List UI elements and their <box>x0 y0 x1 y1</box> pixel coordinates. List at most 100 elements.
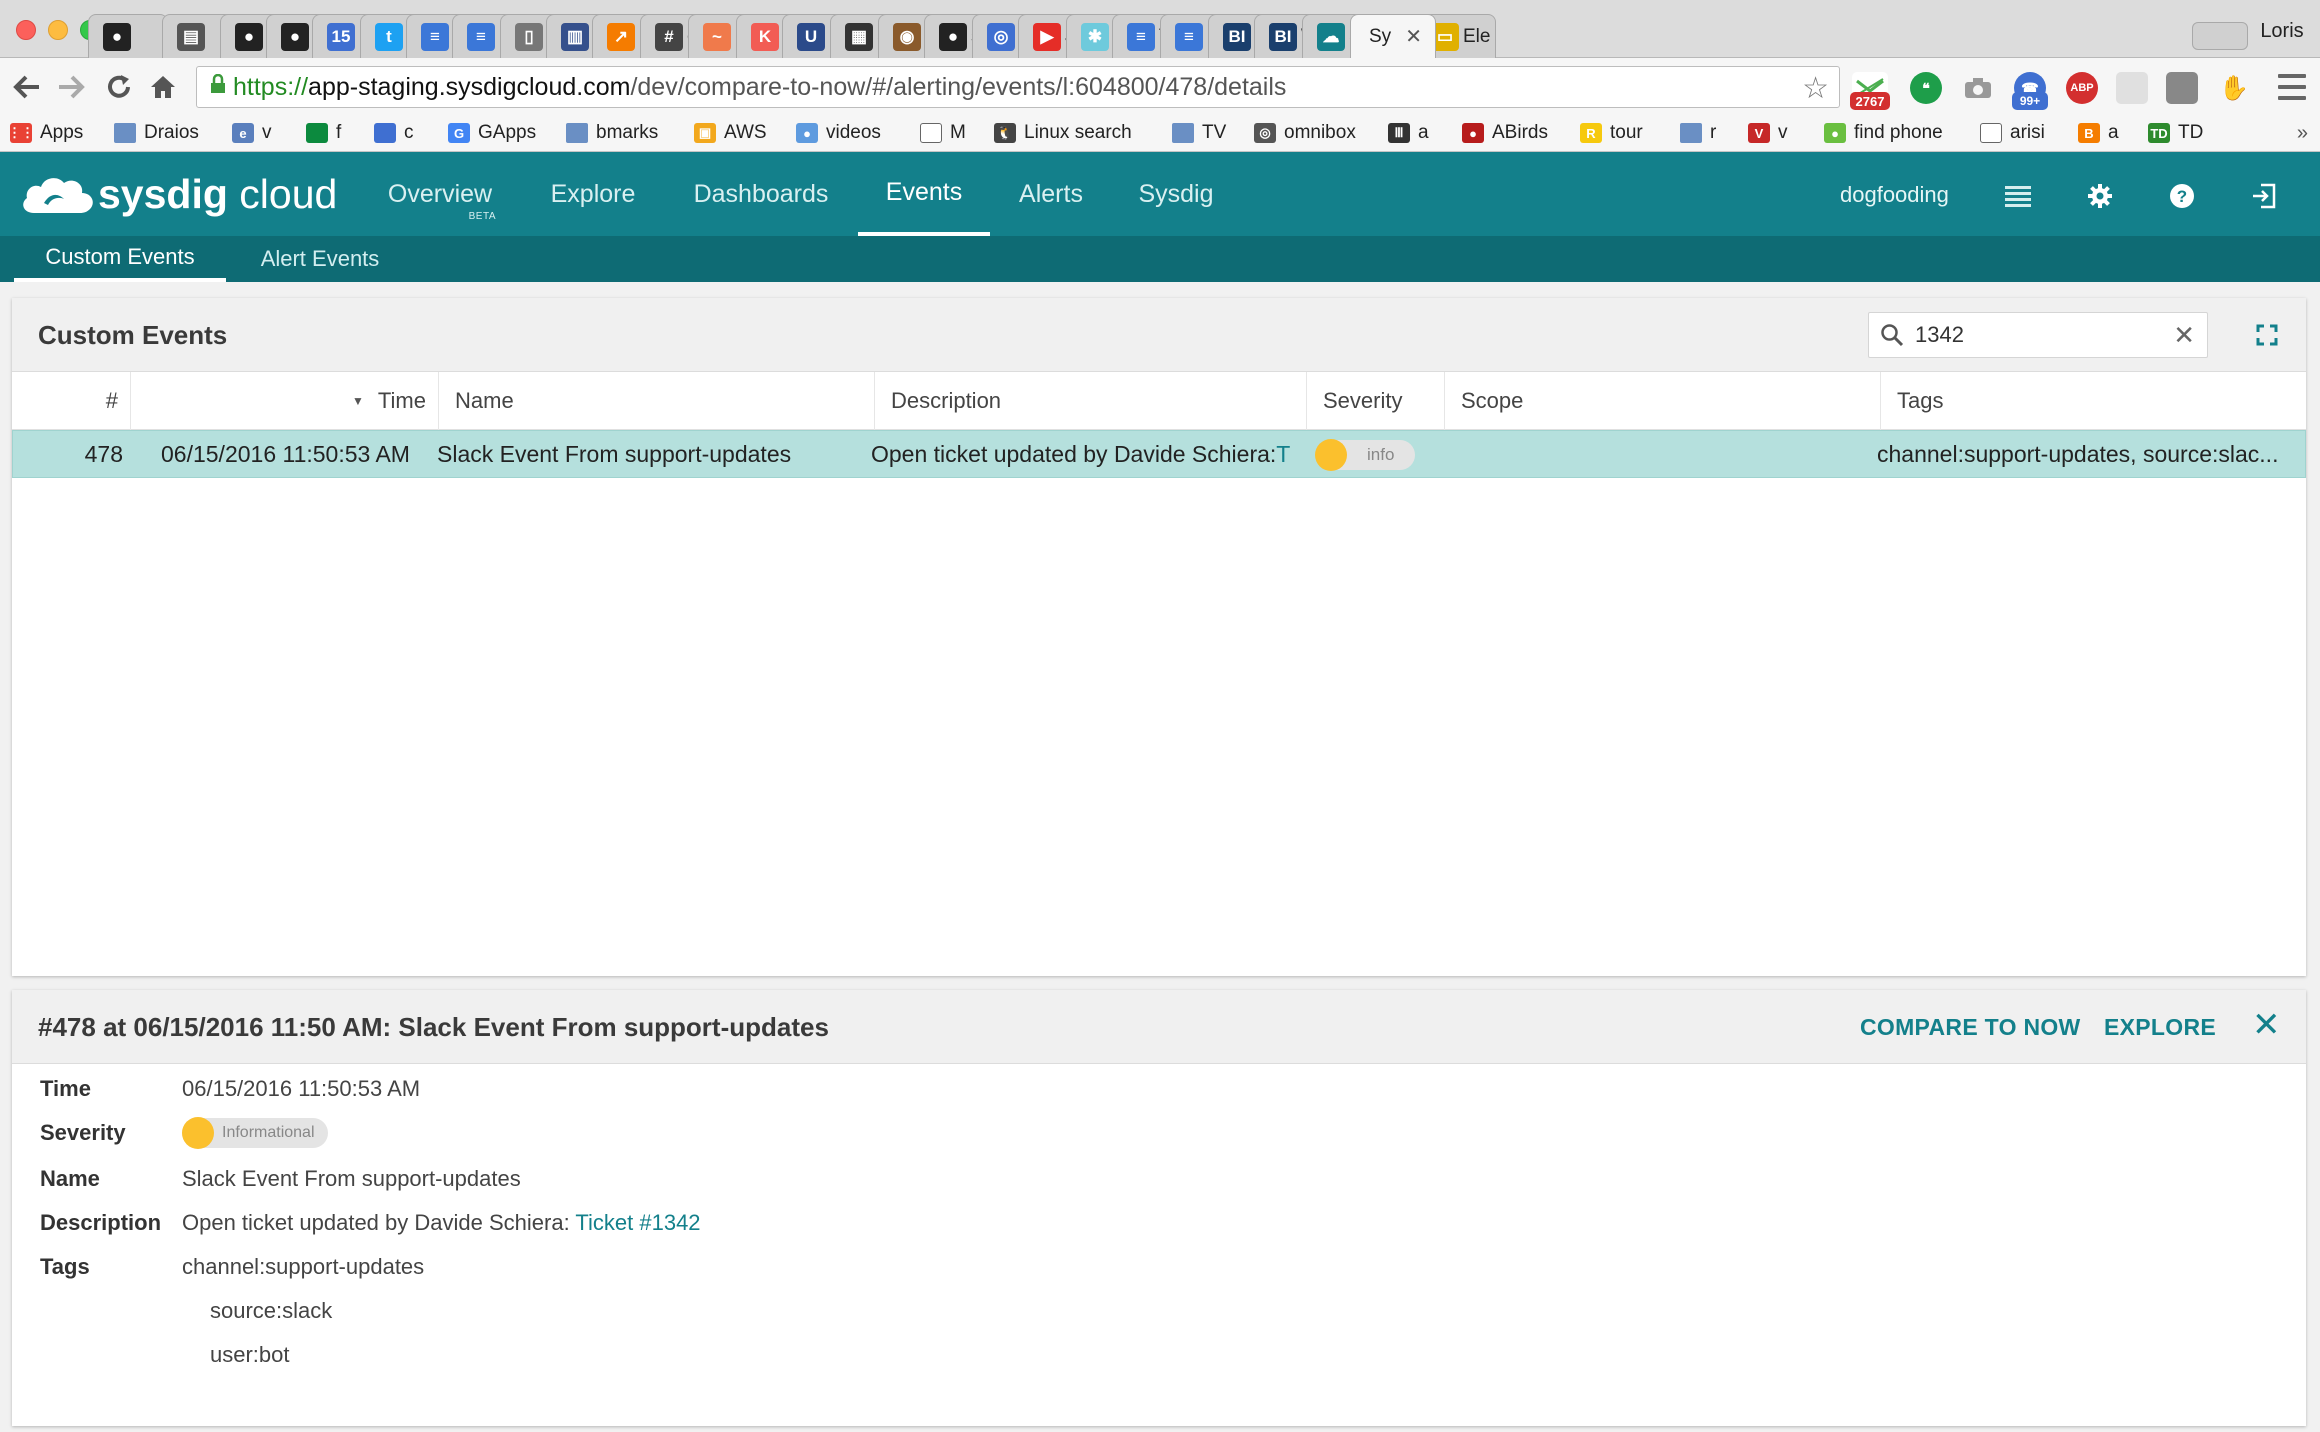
new-tab-button[interactable] <box>2192 22 2248 50</box>
bookmark-item[interactable]: G GApps <box>448 119 536 147</box>
tab-alert-events[interactable]: Alert Events <box>254 236 386 282</box>
search-input[interactable] <box>1915 322 2155 348</box>
bookmark-label: tour <box>1610 122 1643 143</box>
detail-severity-value: Informational <box>222 1124 315 1141</box>
account-name[interactable]: dogfooding <box>1840 182 1949 208</box>
github-icon: ● <box>939 22 967 51</box>
bookmark-label: GApps <box>478 122 537 143</box>
bookmark-item[interactable]: 🐧 Linux search <box>994 119 1132 147</box>
bookmark-item[interactable]: r <box>1680 119 1716 147</box>
forward-icon[interactable] <box>52 68 90 106</box>
page-icon: ▯ <box>515 22 543 51</box>
detail-tag-row: source:slack <box>210 1296 332 1326</box>
logout-icon[interactable] <box>2250 182 2278 210</box>
linux-icon: 🐧 <box>994 123 1016 143</box>
tab-custom-events[interactable]: Custom Events <box>14 236 226 282</box>
home-icon[interactable] <box>144 68 182 106</box>
row-description-link[interactable]: T <box>1276 441 1290 468</box>
tag-item: user:bot <box>210 1342 290 1367</box>
column-header-description[interactable]: Description <box>874 372 1306 430</box>
nav-events[interactable]: Events <box>858 152 990 236</box>
bird-icon: ● <box>1462 123 1484 143</box>
bookmark-item[interactable]: Ⅲa <box>1388 119 1429 147</box>
bookmark-item[interactable]: f <box>306 119 341 147</box>
ticket-link[interactable]: Ticket #1342 <box>575 1210 700 1235</box>
detail-time-row: Time 06/15/2016 11:50:53 AM <box>40 1074 420 1104</box>
window-close-button[interactable] <box>16 20 36 40</box>
bookmark-item[interactable]: M <box>920 119 966 147</box>
detail-severity-label: Severity <box>40 1120 126 1145</box>
bookmark-item[interactable]: ● ABirds <box>1462 119 1548 147</box>
sysdig-logo[interactable]: sysdig cloud <box>20 168 337 220</box>
browser-menu-icon[interactable] <box>2278 74 2306 100</box>
bookmark-item[interactable]: TV <box>1172 119 1226 147</box>
columns-icon: Ⅲ <box>1388 123 1410 143</box>
google-icon: G <box>448 123 470 143</box>
dot-icon: ● <box>1824 123 1846 143</box>
profile-button[interactable]: Loris <box>2244 4 2320 58</box>
bookmark-item[interactable]: ● find phone <box>1824 119 1943 147</box>
slack-hash-icon: # <box>655 22 683 51</box>
extension-gray-icon[interactable] <box>2116 72 2148 104</box>
clear-search-icon[interactable]: ✕ <box>2173 322 2195 348</box>
column-header-scope[interactable]: Scope <box>1444 372 1880 430</box>
folder-icon <box>114 123 136 143</box>
bookmark-item[interactable]: Rtour <box>1580 119 1643 147</box>
list-menu-icon[interactable] <box>2004 182 2032 210</box>
bookmark-label: v <box>1778 122 1788 143</box>
column-header-id[interactable]: # <box>12 372 130 430</box>
panel-title: Custom Events <box>38 320 228 350</box>
camera-icon[interactable] <box>1962 72 1994 104</box>
detail-description-row: Description Open ticket updated by David… <box>40 1208 701 1238</box>
bookmark-item[interactable]: Vv <box>1748 119 1788 147</box>
explore-button[interactable]: EXPLORE <box>2104 1014 2216 1041</box>
column-header-name[interactable]: Name <box>438 372 874 430</box>
expand-icon[interactable] <box>2252 320 2282 350</box>
nav-alerts[interactable]: Alerts <box>1016 152 1086 236</box>
column-header-tags[interactable]: Tags <box>1880 372 2306 430</box>
nav-overview[interactable]: Overview BETA <box>384 152 496 236</box>
bookmark-item[interactable]: Ba <box>2078 119 2119 147</box>
adblock-icon[interactable]: ABP <box>2066 72 2098 104</box>
bi-icon: BI <box>1269 22 1297 51</box>
event-detail-panel: #478 at 06/15/2016 11:50 AM: Slack Event… <box>12 990 2306 1426</box>
bookmark-item[interactable]: TD TD <box>2148 119 2203 147</box>
nav-explore[interactable]: Explore <box>548 152 638 236</box>
bookmarks-overflow-icon[interactable]: » <box>2297 122 2308 145</box>
settings-gear-icon[interactable] <box>2086 182 2114 210</box>
detail-tags-row: Tags channel:support-updates <box>40 1252 424 1282</box>
extension-shield-icon[interactable] <box>2166 72 2198 104</box>
row-description: Open ticket updated by Davide Schiera: T <box>871 431 1305 477</box>
browser-tab[interactable]: ● <box>88 14 168 58</box>
lock-icon <box>203 73 233 100</box>
bookmark-item[interactable]: Draios <box>114 119 199 147</box>
column-header-time[interactable]: ▼ Time <box>130 372 438 430</box>
bookmark-item[interactable]: ◎ omnibox <box>1254 119 1356 147</box>
bookmark-item[interactable]: ev <box>232 119 272 147</box>
bookmark-star-icon[interactable]: ☆ <box>1802 71 1829 106</box>
table-row[interactable]: 478 06/15/2016 11:50:53 AM Slack Event F… <box>12 430 2306 478</box>
nav-dashboards[interactable]: Dashboards <box>690 152 832 236</box>
bookmark-item[interactable]: ● videos <box>796 119 881 147</box>
window-minimize-button[interactable] <box>48 20 68 40</box>
help-icon[interactable]: ? <box>2168 182 2196 210</box>
hangouts-icon[interactable]: ❝ <box>1910 72 1942 104</box>
bookmark-item[interactable]: ▣ AWS <box>694 119 767 147</box>
back-icon[interactable] <box>8 68 46 106</box>
browser-tab[interactable]: Sy ✕ <box>1350 14 1436 58</box>
row-time: 06/15/2016 11:50:53 AM <box>161 440 410 467</box>
bookmark-item[interactable]: ⋮⋮ Apps <box>8 119 83 147</box>
column-header-severity[interactable]: Severity <box>1306 372 1444 430</box>
close-tab-icon[interactable]: ✕ <box>1405 24 1422 49</box>
hand-icon[interactable]: ✋ <box>2218 72 2250 104</box>
nav-sysdig[interactable]: Sysdig <box>1136 152 1216 236</box>
reload-icon[interactable] <box>100 68 138 106</box>
bookmark-item[interactable]: arisi <box>1980 119 2045 147</box>
blue-square-icon <box>374 123 396 143</box>
bookmark-item[interactable]: bmarks <box>566 119 658 147</box>
address-bar[interactable]: https://app-staging.sysdigcloud.com/dev/… <box>196 66 1840 108</box>
row-scope <box>1445 431 1881 477</box>
bookmark-item[interactable]: c <box>374 119 414 147</box>
close-detail-icon[interactable]: ✕ <box>2252 1008 2281 1042</box>
compare-to-now-button[interactable]: COMPARE TO NOW <box>1860 1014 2081 1041</box>
